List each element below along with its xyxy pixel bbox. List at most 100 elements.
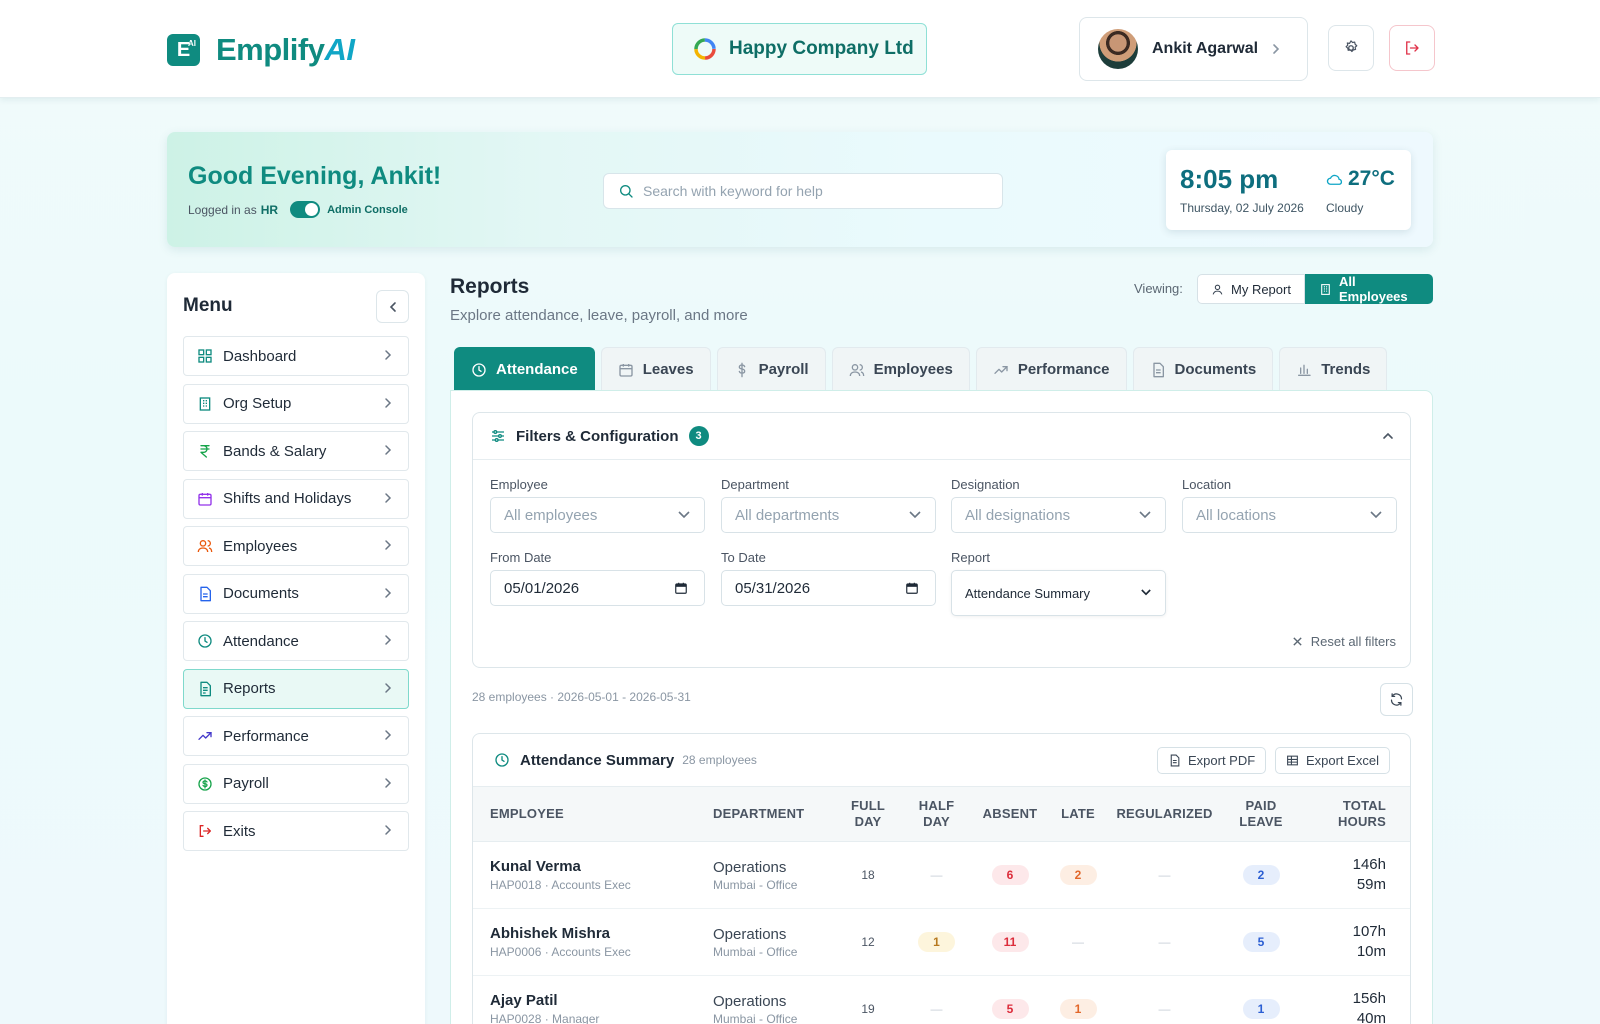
tab-leaves[interactable]: Leaves [600,347,711,391]
viewing-label: Viewing: [1134,281,1183,296]
total-hours-h: 107h [1352,923,1386,940]
tab-performance[interactable]: Performance [975,347,1127,391]
department-cell: Operations Mumbai - Office [713,909,838,976]
clock-icon [471,362,487,378]
from-date-input[interactable]: 05/01/2026 [490,570,705,606]
from-date-value: 05/01/2026 [504,579,580,597]
employee-name[interactable]: Abhishek Mishra [490,925,713,942]
full-day-cell: 12 [861,935,875,949]
column-header[interactable]: TOTAL HOURS [1304,787,1410,842]
export-pdf-button[interactable]: Export PDF [1157,747,1267,774]
sidebar-item-bands-salary[interactable]: Bands & Salary [183,431,409,471]
department-name: Operations [713,858,787,876]
employee-name[interactable]: Ajay Patil [490,992,713,1009]
total-hours-m: 10m [1356,943,1386,960]
table-row[interactable]: Abhishek Mishra HAP0006 · Accounts Exec … [473,909,1410,976]
column-header[interactable]: HALF DAY [898,787,975,842]
tab-employees[interactable]: Employees [831,347,970,391]
column-header[interactable]: ABSENT [975,787,1045,842]
column-header[interactable]: DEPARTMENT [713,787,838,842]
employee-name[interactable]: Kunal Verma [490,858,713,875]
sidebar-item-org-setup[interactable]: Org Setup [183,383,409,424]
chevron-up-icon[interactable] [1382,430,1394,442]
refresh-button[interactable] [1380,683,1413,716]
sidebar-item-label: Performance [223,727,309,745]
sidebar-item-employees[interactable]: Employees [183,526,409,566]
settings-button[interactable] [1328,25,1374,71]
filters-header[interactable]: Filters & Configuration 3 [473,413,1410,460]
chevron-right-icon [383,539,393,551]
chevron-right-icon [383,729,393,741]
users-icon [849,362,865,378]
report-type-select[interactable]: Attendance Summary [951,570,1166,616]
calendar-icon[interactable] [674,581,688,595]
search-input[interactable] [643,183,983,199]
trend-icon [993,362,1009,378]
export-excel-button[interactable]: Export Excel [1275,747,1390,774]
department-name: Operations [713,925,787,943]
table-row[interactable]: Kunal Verma HAP0018 · Accounts Exec Oper… [473,842,1410,909]
sidebar-item-documents[interactable]: Documents [183,573,409,614]
table-row[interactable]: Ajay Patil HAP0028 · Manager Operations … [473,976,1410,1024]
page-title: Reports [450,275,530,298]
search-icon [618,183,634,199]
collapse-sidebar-button[interactable] [376,290,409,323]
column-header[interactable]: PAID LEAVE [1218,787,1304,842]
my-report-label: My Report [1231,281,1291,297]
paid-leave-badge: 1 [1242,999,1280,1019]
total-hours-cell: 107h 10m [1304,909,1410,976]
late-badge: 1 [1059,999,1097,1019]
total-hours-cell: 146h 59m [1304,842,1410,909]
sidebar-item-performance[interactable]: Performance [183,716,409,756]
logout-button[interactable] [1389,25,1435,71]
admin-console-label: Admin Console [327,203,408,216]
trend-icon [197,728,213,744]
paid-leave-cell: 1 [1218,976,1304,1024]
company-switcher[interactable]: Happy Company Ltd [672,23,927,75]
location-select[interactable]: All locations [1182,497,1397,533]
refresh-icon [1389,692,1404,707]
late-cell: 2 [1045,842,1111,909]
column-header[interactable]: REGULARIZED [1111,787,1218,842]
sidebar-item-shifts-and-holidays[interactable]: Shifts and Holidays [183,478,409,519]
brand-logo[interactable]: E AI EmplifyAI [167,32,355,68]
user-menu[interactable]: Ankit Agarwal [1079,17,1308,81]
sidebar-item-reports[interactable]: Reports [183,668,409,709]
sidebar-item-attendance[interactable]: Attendance [183,621,409,661]
column-header[interactable]: EMPLOYEE [473,787,713,842]
sidebar-item-exits[interactable]: Exits [183,811,409,851]
users-icon [197,538,213,554]
department-filter-label: Department [721,477,789,492]
chevron-right-icon [383,634,393,646]
employee-select[interactable]: All employees [490,497,705,533]
late-badge: 2 [1059,865,1097,885]
tab-label: Payroll [758,361,809,378]
calendar-icon[interactable] [905,581,919,595]
paid-leave-cell: 5 [1218,909,1304,976]
tab-trends[interactable]: Trends [1279,347,1388,391]
all-employees-option[interactable]: All Employees [1305,274,1433,304]
absent-cell: 11 [975,909,1045,976]
total-hours-h: 156h [1352,990,1386,1007]
total-hours-h: 146h [1352,856,1386,873]
department-select[interactable]: All departments [721,497,936,533]
designation-select[interactable]: All designations [951,497,1166,533]
column-header[interactable]: FULL DAY [838,787,898,842]
top-bar: E AI EmplifyAI Happy Company Ltd Ankit Ag… [0,0,1600,98]
column-header[interactable]: LATE [1045,787,1111,842]
total-hours-m: 40m [1356,1010,1386,1024]
admin-console-toggle[interactable] [290,201,321,218]
my-report-option[interactable]: My Report [1197,274,1305,304]
sidebar-item-payroll[interactable]: Payroll [183,763,409,804]
tab-payroll[interactable]: Payroll [716,347,826,391]
report-type-value: Attendance Summary [965,585,1091,601]
sidebar-item-dashboard[interactable]: Dashboard [183,336,409,376]
greeting-banner: Good Evening, Ankit! Logged in as HR Adm… [167,132,1433,247]
to-date-input[interactable]: 05/31/2026 [721,570,936,606]
sidebar-item-label: Reports [223,680,276,697]
reset-filters-button[interactable]: Reset all filters [1292,634,1396,649]
half-day-cell: 1 [898,909,975,976]
empty-value: — [930,1002,943,1016]
tab-attendance[interactable]: Attendance [454,347,595,391]
tab-documents[interactable]: Documents [1132,347,1274,391]
